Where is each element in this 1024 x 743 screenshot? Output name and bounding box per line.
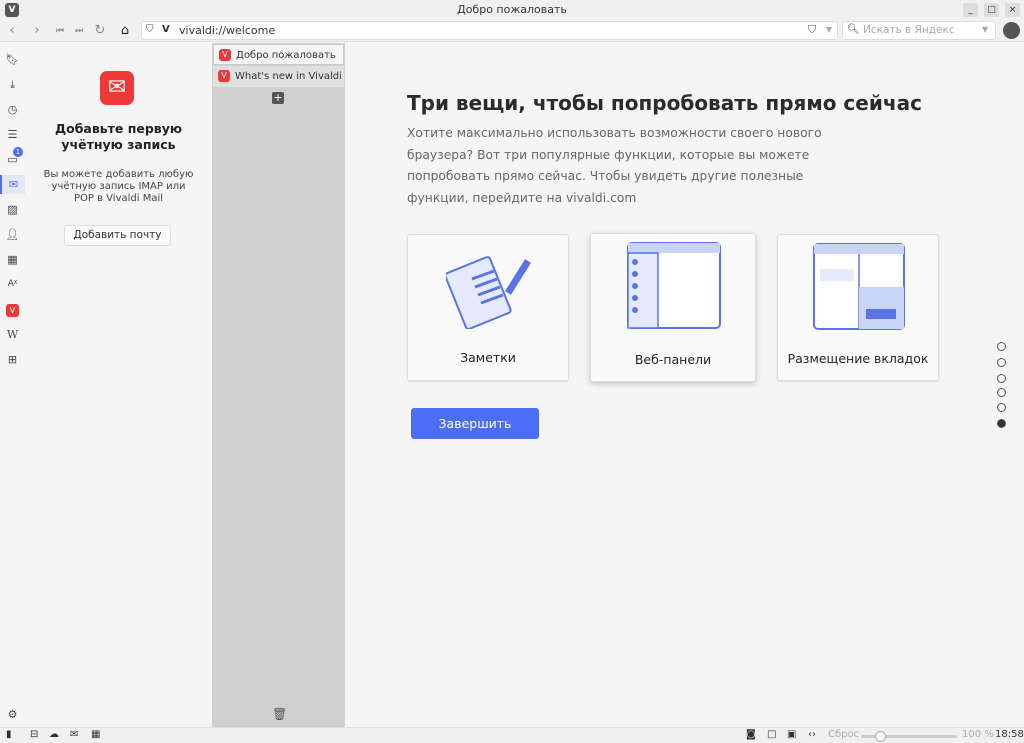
card-tab-layout[interactable]: Размещение вкладок xyxy=(777,234,939,381)
panel-sidebar: 🔖︎ ⤓ ◷ ☰ ▭ 1 ✉ ▨ 👤︎ ▦ Aᵡ V W ⊞ ⚙ xyxy=(0,43,25,727)
vertical-tab-panel: V Добро пожаловать V What's new in Vivaldi… xyxy=(212,43,345,727)
title-bar: V Добро пожаловать _ □ × xyxy=(0,0,1024,20)
pagination-dot-2[interactable] xyxy=(997,358,1006,367)
card-web-panels[interactable]: Веб-панели xyxy=(590,233,756,382)
bookmarks-panel-icon[interactable]: 🔖︎ xyxy=(3,50,22,69)
home-icon[interactable]: ⌂ xyxy=(116,22,134,40)
notes-panel-icon[interactable]: ☰ xyxy=(3,125,22,144)
mail-panel: ✉ Добавьте первую учётную запись Вы може… xyxy=(25,43,212,727)
notes-illustration-icon xyxy=(446,256,531,329)
mail-icon: ✉ xyxy=(100,71,134,105)
calendar-panel-icon[interactable]: ▦ xyxy=(3,250,22,269)
bookmark-icon[interactable]: ⛉ xyxy=(808,23,816,37)
close-button[interactable]: × xyxy=(1005,3,1020,17)
finish-button[interactable]: Завершить xyxy=(411,408,539,439)
pagination-dot-extra[interactable] xyxy=(997,388,1006,397)
zoom-level: 100 % xyxy=(962,729,994,740)
toolbar: ‹ › ⏮ ⏭ ↻ ⌂ ⛉ V vivaldi://welcome ⛉ ▼ 🔍︎… xyxy=(0,20,1024,42)
maximize-button[interactable]: □ xyxy=(984,3,999,17)
vivaldi-panel-icon[interactable]: V xyxy=(3,300,22,319)
contacts-panel-icon[interactable]: 👤︎ xyxy=(3,225,22,244)
tab-layout-illustration-icon xyxy=(813,243,905,330)
add-mail-button[interactable]: Добавить почту xyxy=(64,225,171,246)
chevron-down-icon[interactable]: ▼ xyxy=(826,25,832,34)
image-toggle-icon[interactable]: ▣ xyxy=(787,729,796,740)
clock: 18:58 xyxy=(995,729,1024,740)
tab-whats-new[interactable]: V What's new in Vivaldi | Vivaldi xyxy=(213,66,344,87)
page-title: Три вещи, чтобы попробовать прямо сейчас xyxy=(407,91,922,115)
mail-panel-icon[interactable]: ✉ xyxy=(0,175,25,194)
tab-welcome[interactable]: V Добро пожаловать xyxy=(213,44,344,65)
search-placeholder: Искать в Яндекс xyxy=(863,24,955,36)
mail-description: Вы можете добавить любую учётную запись … xyxy=(43,169,194,204)
capture-icon[interactable]: ◙ xyxy=(746,729,756,740)
back-icon[interactable]: ‹ xyxy=(3,22,21,40)
window-panel-icon[interactable]: ▭ 1 xyxy=(3,147,23,169)
web-panels-illustration-icon xyxy=(627,242,721,329)
card-label: Размещение вкладок xyxy=(787,351,929,366)
rewind-icon[interactable]: ⏮ xyxy=(51,22,69,40)
fast-forward-icon[interactable]: ⏭ xyxy=(70,22,88,40)
trash-icon[interactable]: 🗑︎ xyxy=(272,707,287,721)
zoom-slider-handle[interactable] xyxy=(875,731,886,742)
panel-toggle-icon[interactable]: ▮ xyxy=(6,729,12,740)
downloads-panel-icon[interactable]: ⤓ xyxy=(3,75,22,94)
mail-status-icon[interactable]: ✉ xyxy=(70,729,78,740)
tab-tiling-icon[interactable]: ⊟ xyxy=(30,729,38,740)
welcome-page: Три вещи, чтобы попробовать прямо сейчас… xyxy=(345,43,1024,727)
pagination-dot-1[interactable] xyxy=(997,342,1006,351)
pagination-dot-4[interactable] xyxy=(997,403,1006,412)
new-tab-button[interactable]: + xyxy=(272,92,284,104)
zoom-slider[interactable] xyxy=(861,731,957,742)
mail-heading: Добавьте первую учётную запись xyxy=(54,121,183,152)
tab-title: Добро пожаловать xyxy=(236,50,336,61)
forward-icon[interactable]: › xyxy=(28,22,46,40)
translate-panel-icon[interactable]: Aᵡ xyxy=(3,275,22,294)
url-text[interactable]: vivaldi://welcome xyxy=(179,24,275,37)
card-label: Веб-панели xyxy=(634,352,712,367)
card-notes[interactable]: Заметки xyxy=(407,234,569,381)
tab-title: What's new in Vivaldi | Vivaldi xyxy=(235,71,344,82)
vivaldi-site-icon: V xyxy=(162,24,170,35)
pagination-dot-3[interactable] xyxy=(997,374,1006,383)
vivaldi-favicon: V xyxy=(219,49,231,61)
card-label: Заметки xyxy=(460,350,516,365)
reload-icon[interactable]: ↻ xyxy=(91,22,109,40)
minimize-button[interactable]: _ xyxy=(963,3,978,17)
wikipedia-panel-icon[interactable]: W xyxy=(3,325,22,344)
page-description: Хотите максимально использовать возможно… xyxy=(407,126,822,205)
address-bar[interactable]: ⛉ V vivaldi://welcome ⛉ ▼ xyxy=(141,21,838,40)
add-panel-icon[interactable]: ⊞ xyxy=(3,350,22,369)
settings-icon[interactable]: ⚙ xyxy=(3,705,22,724)
status-bar: ▮ ⊟ ☁ ✉ ▦ ◙ □ ▣ ‹› Сброс 100 % 18:58 xyxy=(0,727,1024,743)
search-icon[interactable]: 🔍︎ xyxy=(847,24,860,35)
shield-icon[interactable]: ⛉ xyxy=(146,24,154,35)
history-panel-icon[interactable]: ◷ xyxy=(3,100,22,119)
pagination-dot-5-active[interactable] xyxy=(997,419,1006,428)
feeds-panel-icon[interactable]: ▨ xyxy=(3,200,22,219)
vivaldi-favicon: V xyxy=(218,70,230,82)
profile-avatar[interactable] xyxy=(1003,22,1020,39)
chevron-down-icon[interactable]: ▼ xyxy=(982,25,988,34)
window-badge: 1 xyxy=(13,147,23,157)
sync-cloud-icon[interactable]: ☁ xyxy=(49,729,59,740)
vivaldi-menu-icon[interactable]: V xyxy=(5,3,19,17)
search-field[interactable]: 🔍︎ Искать в Яндекс ▼ xyxy=(842,21,996,40)
window-title: Добро пожаловать xyxy=(457,3,567,16)
page-tiling-icon[interactable]: □ xyxy=(767,729,776,740)
zoom-reset-button[interactable]: Сброс xyxy=(828,729,859,740)
calendar-status-icon[interactable]: ▦ xyxy=(91,729,100,740)
page-actions-icon[interactable]: ‹› xyxy=(808,729,816,740)
